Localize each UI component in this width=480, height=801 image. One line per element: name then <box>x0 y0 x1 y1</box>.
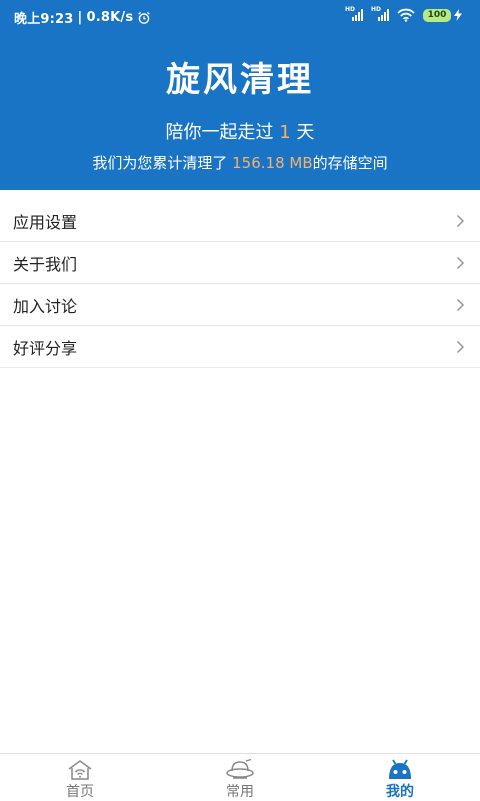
menu-item-app-settings[interactable]: 应用设置 <box>0 200 480 242</box>
android-face-icon <box>389 759 411 779</box>
chevron-right-icon <box>456 214 465 228</box>
chevron-right-icon <box>456 340 465 354</box>
days-prefix: 陪你一起走过 <box>165 122 274 143</box>
storage-prefix: 我们为您累计清理了 <box>92 154 228 172</box>
status-right: HD HD 100 <box>345 7 462 22</box>
tab-mine[interactable]: 我的 <box>320 754 480 801</box>
signal-bars-1-icon <box>352 9 363 21</box>
days-together-line: 陪你一起走过 1 天 <box>0 118 480 144</box>
days-count: 1 <box>279 122 291 143</box>
ufo-icon <box>226 759 254 779</box>
tab-common[interactable]: 常用 <box>160 754 320 801</box>
tab-home[interactable]: 首页 <box>0 754 160 801</box>
charging-bolt-icon <box>454 9 462 21</box>
menu-item-label: 好评分享 <box>13 338 78 358</box>
battery: 100 <box>423 8 462 22</box>
settings-menu: 应用设置 关于我们 加入讨论 好评分享 <box>0 200 480 368</box>
home-wifi-icon <box>68 760 92 780</box>
menu-item-rate-share[interactable]: 好评分享 <box>0 326 480 368</box>
storage-amount: 156.18 MB <box>232 154 313 172</box>
status-time: 晚上9:23 <box>14 12 74 27</box>
signal-2: HD <box>371 7 389 21</box>
menu-item-label: 加入讨论 <box>13 296 78 316</box>
network-speed: 0.8K/s <box>86 10 134 25</box>
status-left: 晚上9:23 | 0.8K/s <box>14 8 151 27</box>
chevron-right-icon <box>456 256 465 270</box>
storage-cleaned-line: 我们为您累计清理了 156.18 MB的存储空间 <box>0 152 480 173</box>
wifi-icon <box>397 8 415 22</box>
signal-1: HD <box>345 7 363 21</box>
storage-suffix: 的存储空间 <box>312 154 388 172</box>
app-title: 旋风清理 <box>166 60 314 100</box>
menu-item-about-us[interactable]: 关于我们 <box>0 242 480 284</box>
menu-item-label: 应用设置 <box>13 212 78 232</box>
profile-header: 晚上9:23 | 0.8K/s HD HD 100 旋风清理 陪你一起走过 1 … <box>0 0 480 190</box>
days-suffix: 天 <box>296 122 315 143</box>
menu-item-label: 关于我们 <box>13 254 78 274</box>
status-bar: 晚上9:23 | 0.8K/s HD HD 100 <box>0 0 480 32</box>
bottom-tab-bar: 首页 常用 我的 <box>0 753 480 800</box>
signal-bars-2-icon <box>378 9 389 21</box>
tab-label: 我的 <box>386 784 414 800</box>
alarm-clock-icon <box>138 11 151 24</box>
chevron-right-icon <box>456 298 465 312</box>
tab-label: 常用 <box>226 784 254 800</box>
tab-label: 首页 <box>66 784 94 800</box>
battery-level: 100 <box>423 8 451 22</box>
menu-item-join-discussion[interactable]: 加入讨论 <box>0 284 480 326</box>
status-separator: | <box>77 10 83 25</box>
